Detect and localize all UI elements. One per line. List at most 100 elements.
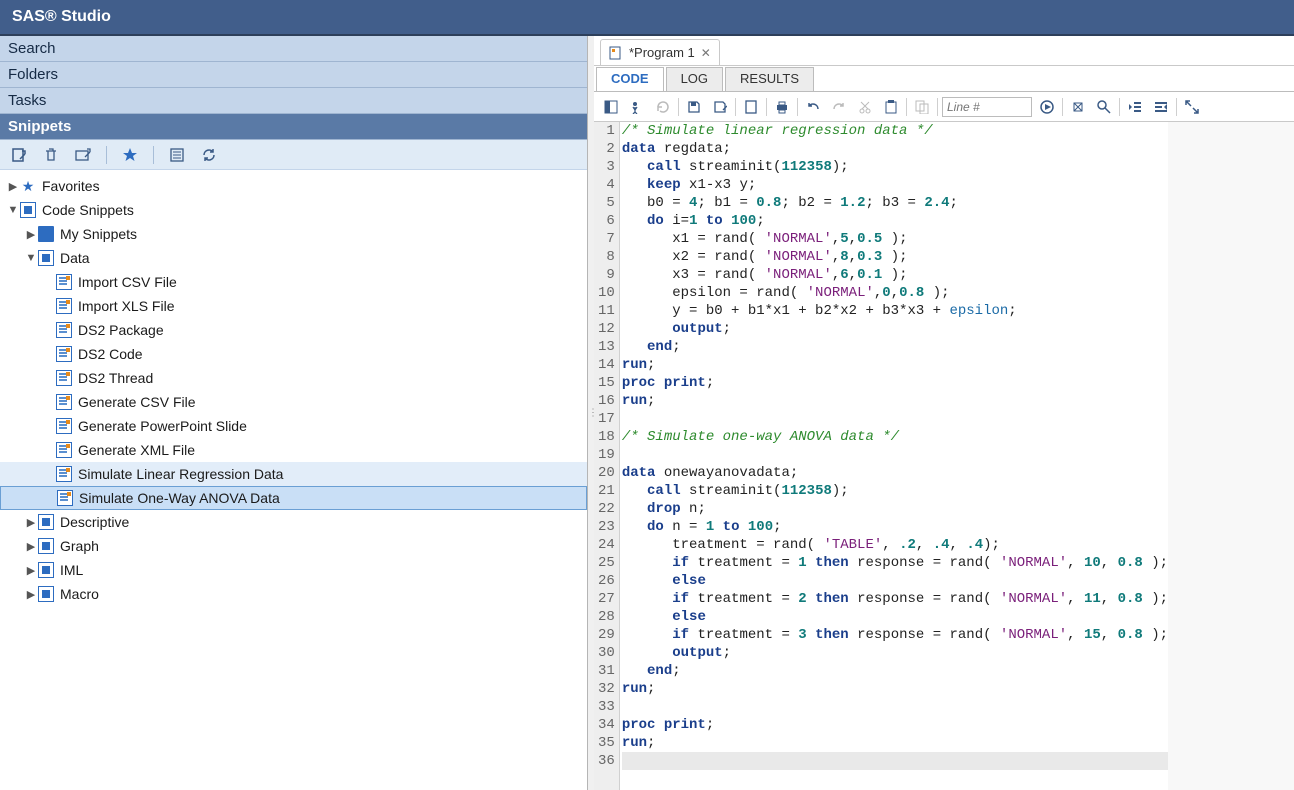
paste-icon[interactable] bbox=[880, 96, 902, 118]
tree-label: Generate CSV File bbox=[78, 394, 196, 410]
code-area[interactable]: /* Simulate linear regression data */dat… bbox=[620, 122, 1168, 790]
snippet-item[interactable]: Import XLS File bbox=[0, 294, 587, 318]
find-icon[interactable] bbox=[1093, 96, 1115, 118]
tree-label: Import XLS File bbox=[78, 298, 174, 314]
tree-label: DS2 Code bbox=[78, 346, 143, 362]
snippet-item[interactable]: Generate XML File bbox=[0, 438, 587, 462]
subtab-results[interactable]: RESULTS bbox=[725, 67, 814, 91]
tree-label: Descriptive bbox=[60, 514, 129, 530]
tree-descriptive[interactable]: ▶ Descriptive bbox=[0, 510, 587, 534]
snippet-item[interactable]: Import CSV File bbox=[0, 270, 587, 294]
tree-label: IML bbox=[60, 562, 83, 578]
folder-icon bbox=[38, 226, 54, 242]
file-icon bbox=[57, 490, 73, 506]
line-gutter: 1234567891011121314151617181920212223242… bbox=[594, 122, 620, 790]
file-icon bbox=[56, 298, 72, 314]
toolbar-separator bbox=[153, 146, 154, 164]
tree-label: My Snippets bbox=[60, 226, 137, 242]
favorite-icon[interactable] bbox=[121, 146, 139, 164]
tab-program-1[interactable]: *Program 1 ✕ bbox=[600, 39, 720, 65]
indent-icon[interactable] bbox=[1124, 96, 1146, 118]
file-icon bbox=[56, 394, 72, 410]
snippet-item[interactable]: Simulate Linear Regression Data bbox=[0, 462, 587, 486]
maximize-icon[interactable] bbox=[1181, 96, 1203, 118]
library-icon bbox=[20, 202, 36, 218]
go-icon[interactable] bbox=[1036, 96, 1058, 118]
tree-graph[interactable]: ▶Graph bbox=[0, 534, 587, 558]
chevron-right-icon: ▶ bbox=[24, 564, 38, 577]
tree-code-snippets[interactable]: ▼ Code Snippets bbox=[0, 198, 587, 222]
toolbar-separator bbox=[906, 98, 907, 116]
panel-search[interactable]: Search bbox=[0, 36, 587, 62]
undo-icon[interactable] bbox=[802, 96, 824, 118]
copy-icon[interactable] bbox=[911, 96, 933, 118]
tree-label: Generate XML File bbox=[78, 442, 195, 458]
app-titlebar: SAS® Studio bbox=[0, 0, 1294, 36]
subtab-code[interactable]: CODE bbox=[596, 67, 664, 91]
subtab-log[interactable]: LOG bbox=[666, 67, 723, 91]
tree-label: Generate PowerPoint Slide bbox=[78, 418, 247, 434]
toggle-view-icon[interactable] bbox=[600, 96, 622, 118]
right-panel: *Program 1 ✕ CODE LOG RESULTS bbox=[594, 36, 1294, 790]
editor-subtabs: CODE LOG RESULTS bbox=[594, 66, 1294, 92]
panel-tasks[interactable]: Tasks bbox=[0, 88, 587, 114]
tree-label: Macro bbox=[60, 586, 99, 602]
delete-icon[interactable] bbox=[42, 146, 60, 164]
save-icon[interactable] bbox=[683, 96, 705, 118]
file-icon bbox=[56, 466, 72, 482]
code-editor[interactable]: 1234567891011121314151617181920212223242… bbox=[594, 122, 1294, 790]
main-split: Search Folders Tasks Snippets ▶ ★ Favori… bbox=[0, 36, 1294, 790]
goto-line-input[interactable] bbox=[942, 97, 1032, 117]
chevron-right-icon: ▶ bbox=[6, 180, 20, 193]
toolbar-separator bbox=[797, 98, 798, 116]
tree-my-snippets[interactable]: ▶ My Snippets bbox=[0, 222, 587, 246]
editor-tabs: *Program 1 ✕ bbox=[594, 36, 1294, 66]
new-shortcut-icon[interactable] bbox=[10, 146, 28, 164]
print-icon[interactable] bbox=[771, 96, 793, 118]
tab-label: *Program 1 bbox=[629, 45, 695, 60]
file-icon bbox=[56, 274, 72, 290]
chevron-down-icon: ▼ bbox=[24, 252, 38, 264]
clear-icon[interactable] bbox=[1067, 96, 1089, 118]
snippets-tree: ▶ ★ Favorites ▼ Code Snippets ▶ My Snipp… bbox=[0, 170, 587, 790]
refresh-icon[interactable] bbox=[200, 146, 218, 164]
tree-data[interactable]: ▼ Data bbox=[0, 246, 587, 270]
tree-macro[interactable]: ▶Macro bbox=[0, 582, 587, 606]
close-icon[interactable]: ✕ bbox=[701, 46, 711, 60]
run-icon[interactable] bbox=[626, 96, 648, 118]
panel-snippets[interactable]: Snippets bbox=[0, 114, 587, 140]
panel-folders[interactable]: Folders bbox=[0, 62, 587, 88]
tree-label: Graph bbox=[60, 538, 99, 554]
properties-icon[interactable] bbox=[168, 146, 186, 164]
splitter-handle[interactable] bbox=[588, 36, 594, 790]
toolbar-separator bbox=[1119, 98, 1120, 116]
tree-favorites[interactable]: ▶ ★ Favorites bbox=[0, 174, 587, 198]
tree-label: Simulate Linear Regression Data bbox=[78, 466, 283, 482]
tree-label: Code Snippets bbox=[42, 202, 134, 218]
open-icon[interactable] bbox=[74, 146, 92, 164]
snippet-item[interactable]: DS2 Code bbox=[0, 342, 587, 366]
save-as-icon[interactable] bbox=[709, 96, 731, 118]
tree-iml[interactable]: ▶ IML bbox=[0, 558, 587, 582]
toolbar-separator bbox=[1062, 98, 1063, 116]
snippet-item[interactable]: Generate PowerPoint Slide bbox=[0, 414, 587, 438]
tree-label: Import CSV File bbox=[78, 274, 177, 290]
outdent-icon[interactable] bbox=[1150, 96, 1172, 118]
chevron-right-icon: ▶ bbox=[24, 516, 38, 529]
app-title: SAS® Studio bbox=[12, 8, 111, 26]
tree-label: Data bbox=[60, 250, 90, 266]
snippet-item[interactable]: Generate CSV File bbox=[0, 390, 587, 414]
code-file-icon bbox=[609, 46, 623, 60]
new-icon[interactable] bbox=[740, 96, 762, 118]
cut-icon[interactable] bbox=[854, 96, 876, 118]
snippet-item[interactable]: DS2 Thread bbox=[0, 366, 587, 390]
snippet-item[interactable]: Simulate One-Way ANOVA Data bbox=[0, 486, 587, 510]
toolbar-separator bbox=[735, 98, 736, 116]
history-icon[interactable] bbox=[652, 96, 674, 118]
redo-icon[interactable] bbox=[828, 96, 850, 118]
snippet-item[interactable]: DS2 Package bbox=[0, 318, 587, 342]
tree-label: DS2 Package bbox=[78, 322, 164, 338]
toolbar-separator bbox=[678, 98, 679, 116]
chevron-down-icon: ▼ bbox=[6, 204, 20, 216]
library-icon bbox=[38, 514, 54, 530]
